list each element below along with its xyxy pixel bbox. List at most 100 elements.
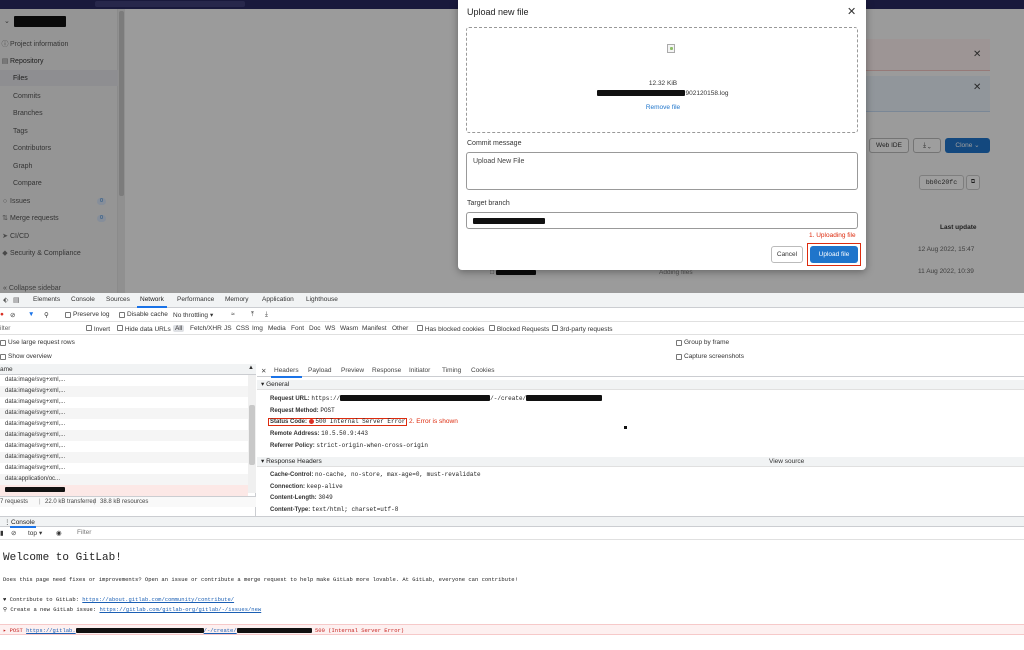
type-filter-fetch[interactable]: Fetch/XHR	[190, 325, 222, 332]
sort-icon[interactable]: ▲	[248, 365, 254, 371]
request-row[interactable]: data:image/svg+xml,...	[0, 430, 248, 441]
capture-screenshots-checkbox[interactable]: Capture screenshots	[676, 353, 744, 360]
type-filter-wasm[interactable]: Wasm	[340, 325, 358, 332]
name-column-header[interactable]: ame	[0, 366, 13, 373]
request-row[interactable]: data:image/svg+xml,...	[0, 386, 248, 397]
scrollbar-thumb[interactable]	[249, 405, 255, 465]
context-select[interactable]: top ▾	[28, 529, 42, 538]
invert-checkbox[interactable]: Invert	[86, 325, 110, 333]
tab-performance[interactable]: Performance	[177, 296, 214, 303]
tab-headers[interactable]: Headers	[271, 367, 302, 378]
checkbox[interactable]	[119, 311, 125, 318]
checkbox[interactable]	[552, 325, 558, 331]
remove-file-link[interactable]: Remove file	[467, 104, 859, 111]
general-section-header[interactable]: ▾ General	[257, 380, 1024, 390]
error-url-link[interactable]: https://gitlab.	[26, 627, 76, 634]
tab-initiator[interactable]: Initiator	[409, 367, 430, 374]
request-row[interactable]: data:image/svg+xml,...	[0, 375, 248, 386]
request-row[interactable]: data:image/svg+xml,...	[0, 463, 248, 474]
checkbox[interactable]	[676, 353, 682, 360]
tab-lighthouse[interactable]: Lighthouse	[306, 296, 338, 303]
group-by-frame-checkbox[interactable]: Group by frame	[676, 339, 729, 346]
response-headers-section-header[interactable]: ▾ Response Headers View source	[257, 457, 1024, 467]
checkbox[interactable]	[0, 339, 6, 346]
tab-cookies[interactable]: Cookies	[471, 367, 494, 374]
view-source-link[interactable]: View source	[769, 457, 804, 467]
checkbox[interactable]	[86, 325, 92, 331]
tab-timing[interactable]: Timing	[442, 367, 461, 374]
error-url-path[interactable]: /-/create/	[204, 627, 237, 634]
request-method-key: Request Method:	[270, 408, 319, 414]
clear-icon[interactable]: ⊘	[11, 529, 16, 537]
request-row[interactable]: data:image/svg+xml,...	[0, 408, 248, 419]
tab-response[interactable]: Response	[372, 367, 401, 374]
device-toolbar-icon[interactable]: ▤	[13, 296, 20, 304]
tab-application[interactable]: Application	[262, 296, 294, 303]
search-icon[interactable]: ⚲	[44, 311, 49, 319]
third-party-checkbox[interactable]: 3rd-party requests	[552, 325, 613, 333]
throttling-select[interactable]: No throttling ▾	[173, 311, 213, 320]
type-filter-manifest[interactable]: Manifest	[362, 325, 387, 332]
error-status-icon	[308, 418, 314, 424]
request-row-error[interactable]	[0, 485, 248, 496]
type-filter-media[interactable]: Media	[268, 325, 286, 332]
large-rows-checkbox[interactable]: Use large request rows	[0, 339, 75, 346]
console-filter-input[interactable]: Filter	[77, 529, 91, 536]
issue-link[interactable]: https://gitlab.com/gitlab-org/gitlab/-/i…	[99, 606, 261, 613]
request-list-scrollbar[interactable]	[248, 375, 256, 493]
tab-payload[interactable]: Payload	[308, 367, 332, 374]
tab-preview[interactable]: Preview	[341, 367, 364, 374]
cache-control-value: no-cache, no-store, max-age=0, must-reva…	[315, 471, 481, 478]
request-row[interactable]: data:image/svg+xml,...	[0, 452, 248, 463]
eye-icon[interactable]: ◉	[56, 529, 62, 537]
cancel-button[interactable]: Cancel	[771, 246, 803, 263]
type-filter-doc[interactable]: Doc	[309, 325, 321, 332]
type-filter-img[interactable]: Img	[252, 325, 263, 332]
download-icon[interactable]: ⤓	[265, 311, 268, 319]
filter-icon[interactable]: ▼	[28, 311, 34, 318]
wifi-icon[interactable]: ≈	[231, 311, 235, 318]
type-filter-ws[interactable]: WS	[325, 325, 335, 332]
checkbox[interactable]	[0, 353, 6, 360]
hide-data-urls-checkbox[interactable]: Hide data URLs	[117, 325, 171, 333]
disable-cache-checkbox[interactable]: Disable cache	[119, 311, 168, 318]
tab-elements[interactable]: Elements	[33, 296, 60, 303]
upload-file-button[interactable]: Upload file	[810, 246, 858, 263]
checkbox[interactable]	[65, 311, 71, 318]
tab-memory[interactable]: Memory	[225, 296, 248, 303]
checkbox[interactable]	[117, 325, 123, 331]
type-filter-css[interactable]: CSS	[236, 325, 249, 332]
commit-message-field[interactable]: Upload New File	[466, 152, 858, 190]
issue-label: Create a new GitLab issue:	[10, 606, 97, 613]
type-filter-all[interactable]: All	[173, 325, 185, 332]
tab-network[interactable]: Network	[137, 296, 167, 308]
request-row[interactable]: data:image/svg+xml,...	[0, 419, 248, 430]
request-row[interactable]: data:image/svg+xml,...	[0, 441, 248, 452]
type-filter-font[interactable]: Font	[291, 325, 304, 332]
type-filter-other[interactable]: Other	[392, 325, 408, 332]
contribute-link[interactable]: https://about.gitlab.com/community/contr…	[82, 596, 234, 603]
type-filter-js[interactable]: JS	[224, 325, 232, 332]
upload-icon[interactable]: ⤒	[251, 311, 254, 319]
checkbox[interactable]	[489, 325, 495, 331]
request-row[interactable]: data:image/svg+xml,...	[0, 397, 248, 408]
tab-console[interactable]: Console	[71, 296, 95, 303]
show-overview-checkbox[interactable]: Show overview	[0, 353, 52, 360]
target-branch-field[interactable]	[466, 212, 858, 229]
blocked-requests-checkbox[interactable]: Blocked Requests	[489, 325, 549, 333]
preserve-log-checkbox[interactable]: Preserve log	[65, 311, 110, 318]
checkbox[interactable]	[417, 325, 423, 331]
checkbox[interactable]	[676, 339, 682, 346]
blocked-cookies-checkbox[interactable]: Has blocked cookies	[417, 325, 484, 333]
tab-sources[interactable]: Sources	[106, 296, 130, 303]
inspect-icon[interactable]: ⬖	[3, 296, 8, 304]
close-icon[interactable]: ✕	[261, 367, 266, 375]
request-row[interactable]: data:application/oc...	[0, 474, 248, 485]
filter-input[interactable]: ilter	[0, 325, 10, 332]
devtools-panel: ⬖ ▤ Elements Console Sources Network Per…	[0, 293, 1024, 650]
file-dropzone[interactable]: 12.32 KiB 902120158.log Remove file	[466, 27, 858, 133]
clear-icon[interactable]: ⊘	[10, 311, 15, 319]
close-icon[interactable]: ✕	[847, 5, 856, 18]
sidebar-toggle-icon[interactable]: ▮	[0, 529, 4, 537]
record-icon[interactable]: ●	[0, 311, 4, 318]
